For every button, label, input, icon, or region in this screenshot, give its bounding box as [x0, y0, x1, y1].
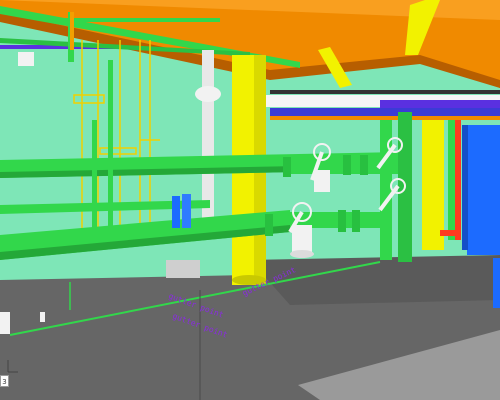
orange-pipe-rear — [270, 116, 500, 120]
blue-cabinet-lower — [493, 258, 500, 308]
purple-pipe-rear — [380, 100, 500, 108]
floor-white-fitting-2 — [40, 312, 45, 322]
blue-cabinet-side — [462, 125, 468, 250]
white-tank-top — [195, 86, 221, 102]
blue-tank-2 — [182, 194, 191, 228]
blue-tank-1 — [172, 196, 180, 228]
blue-tank-base — [166, 260, 200, 278]
green-vertical-left-2 — [108, 60, 113, 230]
ceiling-dark-beam — [270, 90, 500, 94]
green-pipe-top-3 — [60, 18, 220, 22]
corner-label: 3 — [0, 375, 9, 387]
plant-model-scene[interactable]: gutter point gutter point gutter point — [0, 0, 500, 400]
3d-viewport[interactable]: gutter point gutter point gutter point 3 — [0, 0, 500, 400]
white-tall-pipe — [202, 50, 214, 220]
orange-vertical-left — [70, 12, 74, 50]
white-fitting-left — [18, 52, 34, 66]
blue-cabinet — [467, 125, 500, 255]
green-vertical-right-3 — [448, 120, 456, 240]
floor-white-fitting — [0, 312, 10, 334]
red-pipe — [455, 120, 461, 240]
green-vertical-left-3 — [92, 120, 97, 230]
red-pipe-elbow — [440, 230, 460, 236]
